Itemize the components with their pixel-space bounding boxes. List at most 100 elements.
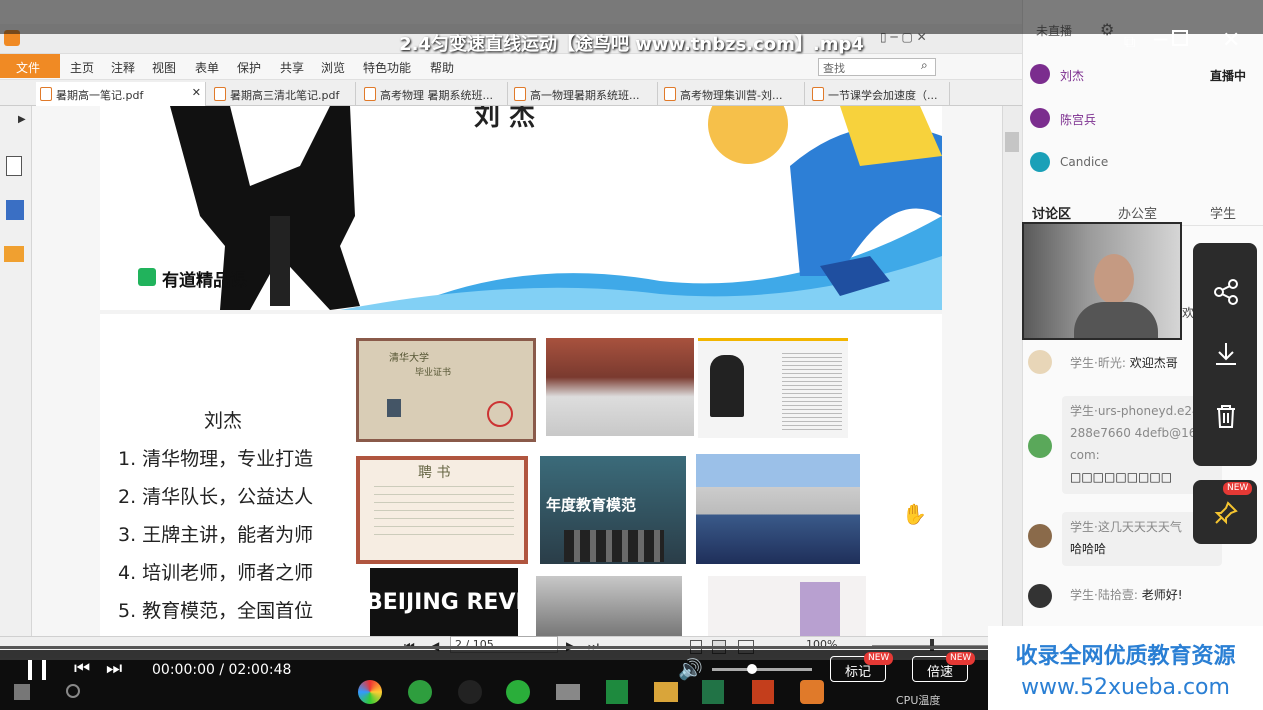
vertical-scrollbar[interactable]	[1002, 106, 1022, 636]
photo-beijing-review: BEIJING REVIEW	[370, 568, 518, 636]
close-icon[interactable]: ✕	[192, 86, 201, 99]
magazine-portrait	[710, 355, 744, 417]
new-badge: NEW	[864, 652, 894, 665]
page-thumbnail-icon[interactable]	[6, 156, 22, 176]
chat-avatar-icon	[1028, 350, 1052, 374]
photo-team-group	[546, 338, 694, 436]
menu-item[interactable]: 表单	[195, 59, 219, 76]
viewer-item[interactable]: 刘杰 直播中	[1030, 64, 1250, 88]
webcam-face	[1094, 254, 1134, 304]
windows-start-icon[interactable]	[14, 684, 30, 700]
taskbar-app-icon[interactable]	[358, 680, 382, 704]
magazine-text-block	[782, 353, 842, 431]
doc-tab-label: 高考物理集训营-刘...	[680, 89, 783, 102]
credential-line: 1. 清华物理，专业打造	[118, 448, 314, 470]
expand-arrow-icon[interactable]: ▶	[18, 114, 26, 125]
doc-tab[interactable]: 高考物理集训营-刘...	[660, 82, 805, 106]
doc-tab[interactable]: 一节课学会加速度（...	[808, 82, 950, 106]
doc-tab[interactable]: 高考物理 暑期系统班...	[360, 82, 508, 106]
pdf-file-icon	[514, 87, 526, 101]
tab-discussion[interactable]: 讨论区	[1032, 203, 1071, 222]
taskbar-app-icon[interactable]	[458, 680, 482, 704]
taskbar-app-icon[interactable]	[408, 680, 432, 704]
layers-icon[interactable]	[6, 200, 24, 220]
youdao-logo-text: 有道精品课	[162, 271, 247, 291]
delete-icon[interactable]	[1213, 403, 1239, 429]
menu-item[interactable]: 特色功能	[363, 59, 411, 76]
doc-tab-label: 高一物理暑期系统班...	[530, 89, 640, 102]
video-top-overlay	[0, 0, 1263, 34]
credential-line: 4. 培训老师，师者之师	[118, 562, 314, 584]
photo-award-ceremony: 年度教育模范	[540, 456, 686, 564]
search-icon[interactable]: ⌕	[921, 58, 928, 73]
taskbar-app-icon[interactable]	[556, 684, 580, 700]
menu-item[interactable]: 视图	[152, 59, 176, 76]
close-icon[interactable]: ✕	[1222, 28, 1240, 53]
viewer-status: 直播中	[1210, 69, 1247, 83]
watermark-line1: 收录全网优质教育资源	[1015, 644, 1236, 669]
taskbar-app-icon[interactable]	[606, 680, 628, 704]
chat-message-text: 哈哈哈	[1070, 542, 1107, 556]
viewer-item[interactable]: 陈宫兵	[1030, 108, 1250, 132]
scrollbar-thumb[interactable]	[1005, 132, 1019, 152]
viewer-name: 刘杰	[1060, 69, 1085, 83]
minimize-icon[interactable]: ─	[1154, 28, 1167, 53]
menu-item[interactable]: 浏览	[321, 59, 345, 76]
volume-slider-knob[interactable]	[747, 664, 757, 674]
diploma-portrait	[387, 399, 401, 417]
doc-tab-label: 高考物理 暑期系统班...	[380, 89, 493, 102]
chat-message-sender: 学生·这几天天天天气	[1070, 520, 1182, 534]
tab-students[interactable]: 学生	[1210, 203, 1236, 222]
doc-tab[interactable]: 高一物理暑期系统班...	[510, 82, 658, 106]
cpu-temp-label: CPU温度	[896, 694, 941, 707]
watermark-line2: www.52xueba.com	[1021, 675, 1230, 700]
taskbar-app-icon[interactable]	[702, 680, 724, 704]
share-icon[interactable]	[1213, 279, 1239, 305]
pdf-search-input[interactable]: 查找	[818, 58, 936, 76]
chat-message-sender: 学生·陆拾壹:	[1070, 588, 1138, 602]
screen: ▯ ─ ▢ ✕ 主页 注释 视图 表单 保护 共享 浏览 特色功能 帮助 文件 …	[0, 0, 1263, 710]
menu-item[interactable]: 主页	[70, 59, 94, 76]
doc-tab-label: 暑期高三清北笔记.pdf	[230, 89, 340, 102]
pin-icon	[1214, 501, 1238, 525]
doc-tab[interactable]: 暑期高一笔记.pdf ✕	[36, 82, 206, 106]
maximize-icon[interactable]	[1172, 30, 1188, 46]
menu-item[interactable]: 保护	[237, 59, 261, 76]
tab-office[interactable]: 办公室	[1118, 203, 1157, 222]
volume-slider[interactable]	[712, 668, 812, 671]
photo-auditorium	[696, 454, 860, 564]
menu-item[interactable]: 共享	[280, 59, 304, 76]
task-view-icon[interactable]	[66, 684, 80, 698]
pin-button[interactable]: NEW	[1193, 480, 1257, 544]
download-icon[interactable]	[1213, 341, 1239, 367]
hand-cursor-icon: ✋	[902, 502, 927, 526]
pip-icon[interactable]: ⧉	[1124, 32, 1135, 52]
award-title: 年度教育模范	[546, 496, 637, 514]
photo-diploma: 清华大学 毕业证书	[356, 338, 536, 442]
menu-item[interactable]: 帮助	[430, 59, 454, 76]
taskbar-app-icon[interactable]	[654, 682, 678, 702]
viewer-item[interactable]: Candice	[1030, 152, 1250, 176]
doc-tab[interactable]: 暑期高三清北笔记.pdf	[210, 82, 356, 106]
windows-taskbar: CPU温度	[0, 676, 990, 710]
taskbar-app-icon[interactable]	[506, 680, 530, 704]
new-badge: NEW	[1223, 482, 1253, 495]
file-menu-button[interactable]: 文件	[0, 54, 60, 78]
document-tabbar: 暑期高一笔记.pdf ✕ 暑期高三清北笔记.pdf 高考物理 暑期系统班... 高…	[0, 80, 1022, 106]
taskbar-app-icon[interactable]	[752, 680, 774, 704]
chat-message-text: 欢迎杰哥	[1129, 356, 1178, 370]
taskbar-app-icon[interactable]	[800, 680, 824, 704]
player-action-menu	[1193, 243, 1257, 466]
viewer-avatar-icon	[1030, 64, 1050, 84]
comments-icon[interactable]	[4, 246, 24, 262]
credential-line: 3. 王牌主讲，能者为师	[118, 524, 314, 546]
chat-message-sender: 学生·urs-phoneyd.e240288e7660 4defb@163.co…	[1070, 404, 1208, 462]
chat-message-sender: 学生·昕光:	[1070, 356, 1126, 370]
credential-line: 2. 清华队长，公益达人	[118, 486, 314, 508]
photo-classroom	[536, 576, 682, 636]
teacher-webcam[interactable]	[1022, 222, 1182, 340]
chat-message: 学生·陆拾壹: 老师好!	[1062, 580, 1222, 610]
certificate-text-lines	[374, 486, 514, 536]
diploma-seal	[487, 401, 513, 427]
menu-item[interactable]: 注释	[111, 59, 135, 76]
